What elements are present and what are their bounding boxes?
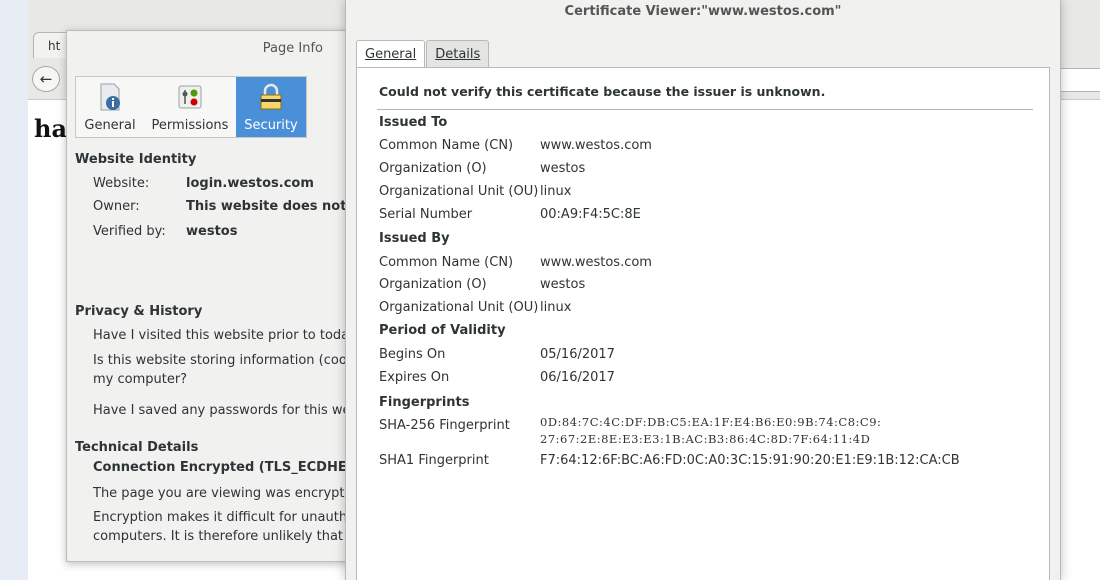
tab-permissions-label: Permissions: [151, 118, 229, 133]
permissions-icon: [178, 85, 202, 109]
serial-number-label: Serial Number: [379, 207, 473, 222]
privacy-header: Privacy & History: [75, 304, 203, 319]
sha256-value-line1: 0D:84:7C:4C:DF:DB:C5:EA:1F:E4:B6:E0:9B:7…: [540, 415, 882, 429]
back-button[interactable]: ←: [32, 66, 60, 92]
tab-cert-general-label: General: [365, 47, 417, 62]
sha1-value: F7:64:12:6F:BC:A6:FD:0C:A0:3C:15:91:90:2…: [540, 453, 960, 468]
divider: [377, 109, 1033, 110]
privacy-storing-question-line1: Is this website storing information (coo…: [93, 353, 347, 368]
issued-to-ou-value: linux: [540, 184, 572, 199]
desktop-edge: [0, 0, 28, 580]
privacy-passwords-question: Have I saved any passwords for this we: [93, 403, 347, 418]
sha256-value-line2: 27:67:2E:8E:E3:E3:1B:AC:B3:86:4C:8D:7F:6…: [540, 432, 871, 446]
certificate-warning: Could not verify this certificate becaus…: [379, 84, 826, 99]
issued-to-o-value: westos: [540, 161, 586, 176]
website-row: Website: login.westos.com: [93, 176, 314, 191]
website-label: Website:: [93, 176, 150, 191]
page-info-window: Page Info General Permissions Security W…: [66, 30, 366, 562]
expires-on-value: 06/16/2017: [540, 370, 615, 385]
tab-cert-details-label: Details: [435, 47, 481, 62]
tab-cert-general[interactable]: General: [356, 40, 426, 69]
certificate-tabbar: General Details: [356, 40, 490, 69]
owner-label: Owner:: [93, 199, 140, 214]
technical-header: Technical Details: [75, 440, 199, 455]
sha1-label: SHA1 Fingerprint: [379, 453, 489, 468]
issued-to-cn-label: Common Name (CN): [379, 138, 514, 153]
tab-general-label: General: [84, 118, 136, 133]
certificate-general-panel: Could not verify this certificate becaus…: [356, 67, 1050, 580]
website-identity-header: Website Identity: [75, 152, 197, 167]
expires-on-label: Expires On: [379, 370, 450, 385]
page-heading: ha: [34, 114, 67, 143]
website-identity-section: Website Identity: [75, 152, 196, 167]
issued-by-cn-label: Common Name (CN): [379, 255, 514, 270]
arrow-left-icon: ←: [39, 70, 53, 88]
technical-line-1: The page you are viewing was encrypte: [93, 486, 347, 501]
issued-by-o-value: westos: [540, 277, 586, 292]
connection-encrypted: Connection Encrypted (TLS_ECDHE_R: [93, 460, 347, 475]
page-info-tabbar: General Permissions Security: [75, 76, 307, 138]
begins-on-label: Begins On: [379, 347, 446, 362]
privacy-visited-question: Have I visited this website prior to tod…: [93, 328, 347, 343]
issued-by-cn-value: www.westos.com: [540, 255, 652, 270]
privacy-storing-question-line2: my computer?: [93, 372, 188, 387]
tab-general[interactable]: General: [76, 77, 144, 137]
tab-cert-details[interactable]: Details: [426, 40, 490, 68]
issued-to-header: Issued To: [379, 115, 448, 130]
page-info-title: Page Info: [262, 41, 323, 56]
issued-by-ou-value: linux: [540, 300, 572, 315]
verified-by-value: westos: [186, 224, 238, 239]
certificate-viewer-title: Certificate Viewer:"www.westos.com": [564, 4, 842, 19]
privacy-section: Privacy & History: [75, 304, 202, 319]
lock-icon: [260, 83, 282, 110]
sha256-label: SHA-256 Fingerprint: [379, 418, 510, 433]
info-page-icon: [100, 83, 120, 111]
certificate-viewer-window: Certificate Viewer:"www.westos.com" Gene…: [345, 0, 1061, 580]
tab-security[interactable]: Security: [236, 77, 306, 137]
owner-value: This website does not su: [186, 199, 347, 214]
technical-section: Technical Details: [75, 440, 198, 455]
issued-by-header: Issued By: [379, 231, 450, 246]
issued-to-o-label: Organization (O): [379, 161, 487, 176]
technical-line-3: computers. It is therefore unlikely that: [93, 529, 344, 544]
verified-by-row: Verified by: westos: [93, 224, 237, 239]
verified-by-label: Verified by:: [93, 224, 166, 239]
tab-permissions[interactable]: Permissions: [144, 77, 236, 137]
owner-row: Owner: This website does not su: [93, 199, 347, 214]
issued-to-ou-label: Organizational Unit (OU): [379, 184, 539, 199]
serial-number-value: 00:A9:F4:5C:8E: [540, 207, 641, 222]
begins-on-value: 05/16/2017: [540, 347, 615, 362]
fingerprints-header: Fingerprints: [379, 395, 470, 410]
issued-by-o-label: Organization (O): [379, 277, 487, 292]
issued-to-cn-value: www.westos.com: [540, 138, 652, 153]
technical-line-2: Encryption makes it difficult for unauth…: [93, 510, 347, 525]
url-bar[interactable]: [1060, 68, 1100, 92]
validity-header: Period of Validity: [379, 323, 506, 338]
tab-security-label: Security: [244, 118, 298, 133]
issued-by-ou-label: Organizational Unit (OU): [379, 300, 539, 315]
website-value: login.westos.com: [186, 176, 314, 191]
